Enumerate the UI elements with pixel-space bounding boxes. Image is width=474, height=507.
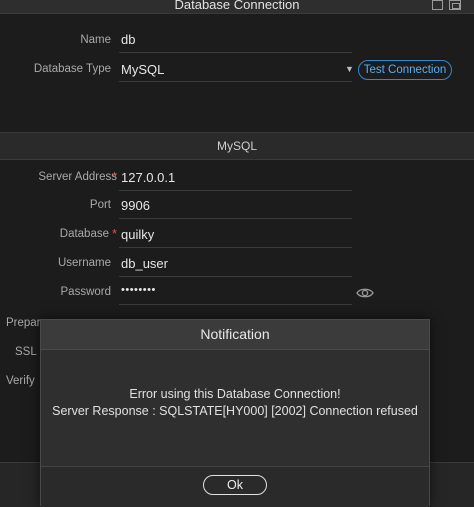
database-type-label: Database Type: [33, 63, 111, 75]
password-label: Password: [60, 286, 112, 298]
eye-icon[interactable]: [356, 286, 374, 300]
chevron-down-icon[interactable]: ▼: [345, 64, 354, 74]
mysql-section-header: MySQL: [0, 132, 474, 160]
test-connection-button[interactable]: Test Connection: [358, 60, 452, 80]
password-underline: [119, 304, 352, 305]
server-address-label: Server Address: [38, 171, 117, 183]
database-type-underline: [119, 81, 352, 82]
name-field[interactable]: db: [121, 32, 135, 47]
database-type-select[interactable]: MySQL: [121, 62, 164, 77]
error-message-line2: Server Response : SQLSTATE[HY000] [2002]…: [52, 404, 418, 418]
database-field[interactable]: quilky: [121, 227, 154, 242]
notification-dialog: Notification Error using this Database C…: [40, 319, 430, 507]
port-field[interactable]: 9906: [121, 198, 150, 213]
ok-button[interactable]: Ok: [203, 475, 267, 495]
server-address-field[interactable]: 127.0.0.1: [121, 170, 175, 185]
dialog-message: Error using this Database Connection! Se…: [41, 386, 429, 420]
required-mark: *: [112, 169, 118, 184]
prepared-label: Prepar: [6, 317, 41, 329]
port-underline: [119, 218, 352, 219]
window-title: Database Connection: [174, 0, 300, 12]
ssl-label: SSL: [15, 346, 37, 358]
port-label: Port: [89, 199, 111, 211]
username-underline: [119, 276, 352, 277]
database-underline: [119, 247, 352, 248]
maximize-button[interactable]: [449, 0, 461, 10]
server-address-label-text: Server Address: [38, 171, 117, 183]
database-label-text: Database: [59, 228, 109, 240]
title-bar: Database Connection: [0, 0, 474, 14]
server-address-underline: [119, 190, 352, 191]
error-message-line1: Error using this Database Connection!: [129, 387, 341, 401]
name-label: Name: [80, 34, 111, 46]
name-field-underline: [119, 52, 352, 53]
required-mark: *: [112, 226, 118, 241]
password-field[interactable]: ••••••••: [121, 284, 156, 296]
username-label: Username: [57, 257, 111, 269]
minimize-button[interactable]: [432, 0, 443, 10]
database-label: Database: [60, 228, 109, 240]
dialog-footer: Ok: [41, 466, 429, 507]
username-field[interactable]: db_user: [121, 256, 168, 271]
verify-label: Verify: [6, 375, 35, 387]
dialog-title: Notification: [41, 320, 429, 350]
